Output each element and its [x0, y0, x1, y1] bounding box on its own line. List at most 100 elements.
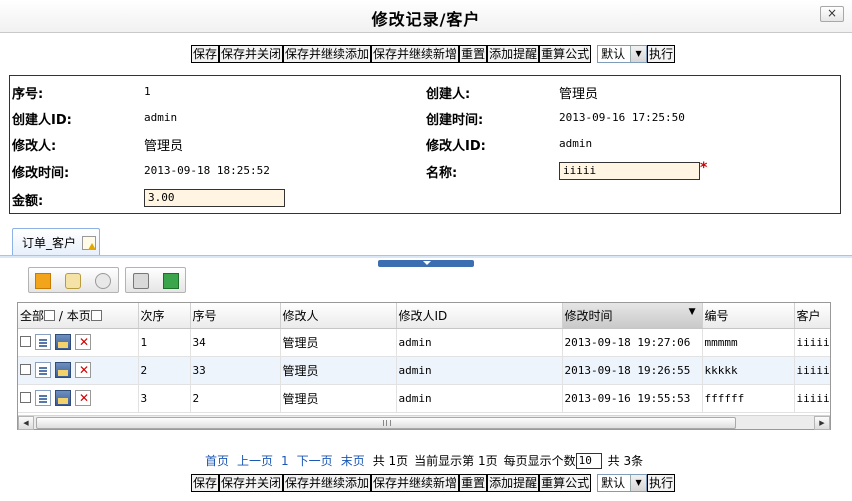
cell-modifier-id: admin: [396, 384, 563, 413]
cell-seq: 34: [190, 328, 281, 357]
view-icon[interactable]: [35, 334, 51, 350]
delete-icon[interactable]: [75, 390, 91, 406]
add-reminder-button[interactable]: 添加提醒: [487, 473, 540, 492]
scroll-left-icon[interactable]: ◀: [18, 416, 34, 430]
add-reminder-button[interactable]: 添加提醒: [487, 44, 540, 63]
page-number-link[interactable]: 1: [281, 454, 289, 468]
row-actions: [18, 356, 139, 385]
row-checkbox[interactable]: [20, 391, 31, 403]
column-header-modifier-id[interactable]: 修改人ID: [396, 303, 563, 329]
save-and-close-button[interactable]: 保存并关闭: [219, 44, 284, 63]
cell-seq: 33: [190, 356, 281, 385]
grid-output-toolbar: [125, 267, 186, 293]
column-header-code[interactable]: 编号: [702, 303, 795, 329]
modifier-label: 修改人:: [12, 139, 57, 154]
collapse-toggle[interactable]: [378, 260, 474, 267]
cell-modifier-id: admin: [396, 328, 563, 357]
column-header-modifier[interactable]: 修改人: [280, 303, 397, 329]
cell-code: kkkkk: [702, 356, 795, 385]
execute-button[interactable]: 执行: [647, 44, 676, 63]
row-checkbox[interactable]: [20, 363, 31, 375]
column-header-order[interactable]: 次序: [138, 303, 191, 329]
column-header-customer[interactable]: 客户: [794, 303, 830, 329]
select-all-checkbox[interactable]: [44, 309, 56, 321]
delete-icon[interactable]: [75, 362, 91, 378]
amount-input[interactable]: 3.00: [144, 189, 285, 207]
seq-value: 1: [144, 85, 151, 98]
select-header: 全部 / 本页: [18, 303, 139, 329]
row-actions: [18, 328, 139, 357]
cell-order: 2: [138, 356, 191, 385]
window-titlebar: 修改记录/客户 ×: [0, 0, 852, 33]
tab-strip-line: [0, 255, 852, 258]
table-row[interactable]: 2 33 管理员 admin 2013-09-18 19:26:55 kkkkk…: [18, 356, 830, 385]
edit-icon[interactable]: [55, 362, 71, 378]
created-time-value: 2013-09-16 17:25:50: [559, 111, 685, 124]
cell-modified-time: 2013-09-18 19:27:06: [562, 328, 703, 357]
modified-time-value: 2013-09-18 18:25:52: [144, 164, 270, 177]
recalculate-formula-button[interactable]: 重算公式: [539, 473, 592, 492]
print-icon[interactable]: [133, 273, 149, 289]
creator-value: 管理员: [559, 87, 599, 102]
view-icon[interactable]: [35, 390, 51, 406]
total-pages: 共 1页: [372, 454, 409, 468]
name-label: 名称:: [426, 166, 458, 181]
table-row[interactable]: 1 34 管理员 admin 2013-09-18 19:27:06 mmmmm…: [18, 328, 830, 357]
cell-order: 3: [138, 384, 191, 413]
save-and-continue-new-button[interactable]: 保存并继续新增: [371, 44, 460, 63]
per-page-label: 每页显示个数: [503, 454, 576, 468]
scroll-thumb[interactable]: [36, 417, 736, 429]
creator-id-value: admin: [144, 111, 178, 124]
cell-customer: iiiii: [794, 384, 830, 413]
record-form: 序号: 1 创建人: 管理员 创建人ID: admin 创建时间: 2013-0…: [9, 75, 841, 214]
row-actions: [18, 384, 139, 413]
save-and-continue-new-button[interactable]: 保存并继续新增: [371, 473, 460, 492]
chevron-down-icon: ▼: [630, 45, 647, 62]
view-select[interactable]: 默认 ▼: [597, 473, 648, 492]
view-icon[interactable]: [35, 362, 51, 378]
edit-icon[interactable]: [55, 334, 71, 350]
name-input[interactable]: iiiii: [559, 162, 700, 180]
cell-code: mmmmm: [702, 328, 795, 357]
per-page-input[interactable]: 10: [575, 452, 602, 469]
delete-batch-icon[interactable]: [95, 273, 111, 289]
prev-page-link[interactable]: 上一页: [237, 452, 273, 469]
save-and-continue-add-button[interactable]: 保存并继续添加: [283, 44, 372, 63]
grid-horizontal-scrollbar[interactable]: ◀ ▶: [18, 415, 830, 430]
delete-icon[interactable]: [75, 334, 91, 350]
cell-code: ffffff: [702, 384, 795, 413]
save-button[interactable]: 保存: [191, 473, 220, 492]
next-page-link[interactable]: 下一页: [297, 452, 333, 469]
reset-button[interactable]: 重置: [459, 473, 488, 492]
recalculate-formula-button[interactable]: 重算公式: [539, 44, 592, 63]
column-header-seq[interactable]: 序号: [190, 303, 281, 329]
add-record-icon[interactable]: [35, 273, 51, 289]
last-page-link[interactable]: 末页: [341, 452, 365, 469]
cell-modified-time: 2013-09-16 19:55:53: [562, 384, 703, 413]
edit-batch-icon[interactable]: [65, 273, 81, 289]
grip-icon: [383, 420, 391, 426]
modifier-id-label: 修改人ID:: [426, 139, 486, 154]
export-icon[interactable]: [163, 273, 179, 289]
select-separator: /: [58, 308, 63, 323]
modifier-id-value: admin: [559, 137, 593, 150]
tab-orders-customer[interactable]: 订单_客户: [12, 228, 100, 255]
view-select[interactable]: 默认 ▼: [597, 44, 648, 63]
row-checkbox[interactable]: [20, 335, 31, 347]
column-header-modified-time[interactable]: 修改时间 ▼: [562, 303, 703, 329]
cell-modifier: 管理员: [280, 328, 397, 357]
creator-id-label: 创建人ID:: [12, 113, 72, 128]
reset-button[interactable]: 重置: [459, 44, 488, 63]
save-and-continue-add-button[interactable]: 保存并继续添加: [283, 473, 372, 492]
select-page-checkbox[interactable]: [90, 309, 102, 321]
bottom-toolbar: 保存 保存并关闭 保存并继续添加 保存并继续新增 重置 添加提醒 重算公式 默认…: [191, 473, 676, 492]
scroll-right-icon[interactable]: ▶: [814, 416, 830, 430]
edit-icon[interactable]: [55, 390, 71, 406]
execute-button[interactable]: 执行: [647, 473, 676, 492]
save-button[interactable]: 保存: [191, 44, 220, 63]
cell-seq: 2: [190, 384, 281, 413]
close-button[interactable]: ×: [820, 6, 844, 22]
save-and-close-button[interactable]: 保存并关闭: [219, 473, 284, 492]
table-row[interactable]: 3 2 管理员 admin 2013-09-16 19:55:53 ffffff…: [18, 384, 830, 413]
first-page-link[interactable]: 首页: [205, 452, 229, 469]
